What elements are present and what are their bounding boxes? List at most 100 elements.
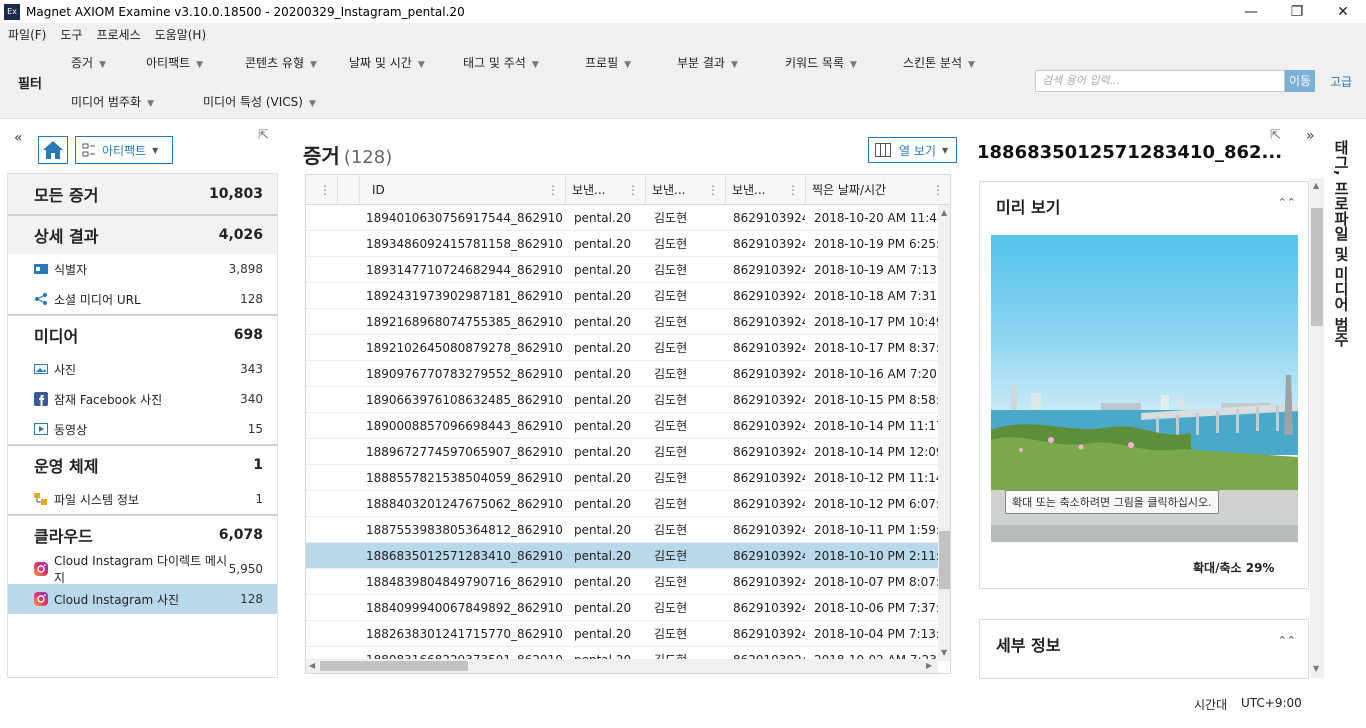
instagram-icon [34,592,48,606]
cell-sender-id: 8629103924 [733,419,805,433]
cell-id: 1882638301241715770_8629103924 [366,627,562,641]
column-tag[interactable] [338,175,360,205]
filter-date-time[interactable]: 날짜 및 시간 ▼ [349,54,425,71]
chevron-down-icon: ▼ [941,145,949,155]
filter-partial-results[interactable]: 부분 결과 ▼ [677,54,738,71]
filter-artifacts[interactable]: 아티팩트 ▼ [146,54,203,71]
tree-item-videos[interactable]: 동영상 15 [8,414,277,444]
filter-media-categorization[interactable]: 미디어 범주화 ▼ [71,93,154,110]
details-title: 세부 정보 [996,636,1061,655]
table-row[interactable]: 1892168968074755385_8629103924 pental.20 김… [306,309,938,335]
tree-item-identifiers[interactable]: 식별자 3,898 [8,254,277,284]
column-header-sender-display[interactable]: 보낸... ⋮ [646,175,726,205]
collapse-up-icon[interactable]: ⌃⌃ [1278,634,1296,647]
scroll-down-icon[interactable]: ▼ [941,648,947,657]
scrollbar-thumb[interactable] [1311,208,1323,326]
menu-tools[interactable]: 도구 [60,26,82,43]
filter-skin-tone[interactable]: 스킨톤 분석 ▼ [903,54,975,71]
table-row[interactable]: 1893147710724682944_8629103924 pental.20 김… [306,257,938,283]
column-options-icon[interactable]: ⋮ [547,175,559,205]
go-button[interactable]: 이동 [1285,70,1315,92]
close-button[interactable]: ✕ [1320,0,1366,23]
table-row[interactable]: 1888557821538504059_8629103924 pental.20 김… [306,465,938,491]
category-all-evidence[interactable]: 모든 증거 10,803 [8,174,277,214]
pin-icon[interactable]: ⇱ [258,128,269,143]
column-header-sender-id[interactable]: 보낸... ⋮ [726,175,806,205]
table-row[interactable]: 1884099940067849892_8629103924 pental.20 김… [306,595,938,621]
column-view-selector[interactable]: 열 보기 ▼ [868,137,957,163]
menu-file[interactable]: 파일(F) [8,26,46,43]
cell-sender-display: 김도현 [654,627,688,641]
filesystem-icon [34,493,47,505]
horizontal-scrollbar[interactable]: ◀ ▶ [306,659,938,673]
filter-content-type[interactable]: 콘텐츠 유형 ▼ [245,54,317,71]
column-options-icon[interactable]: ⋮ [627,175,639,205]
collapse-right-icon[interactable]: » [1306,128,1315,144]
column-options-icon[interactable]: ⋮ [932,175,944,205]
category-cloud[interactable]: 클라우드 6,078 [8,514,277,554]
column-menu[interactable]: ⋮ [306,175,338,205]
details-scrollbar[interactable]: ▲ ▼ [1310,178,1324,678]
timezone-value[interactable]: UTC+9:00 [1241,696,1302,710]
table-row[interactable]: 1892431973902987181_8629103924 pental.20 김… [306,283,938,309]
filter-vics[interactable]: 미디어 특성 (VICS) ▼ [203,93,316,110]
menu-help[interactable]: 도움말(H) [155,26,207,43]
collapse-up-icon[interactable]: ⌃⌃ [1278,196,1296,209]
column-header-label: 보낸... [572,183,606,197]
scroll-down-icon[interactable]: ▼ [1313,664,1319,673]
filter-keyword-lists[interactable]: 키워드 목록 ▼ [785,54,857,71]
column-options-icon[interactable]: ⋮ [707,175,719,205]
table-row[interactable]: 1884839804849790716_8629103924 pental.20 김… [306,569,938,595]
side-tab-tags-profiles[interactable]: 태그, 프로파일 및 미디어 범주 [1331,140,1363,370]
restore-button[interactable]: ❐ [1274,0,1320,23]
scrollbar-thumb[interactable] [939,531,950,589]
menu-process[interactable]: 프로세스 [96,26,140,43]
table-row[interactable]: 1890663976108632485_8629103924 pental.20 김… [306,387,938,413]
table-row[interactable]: 1882638301241715770_8629103924 pental.20 김… [306,621,938,647]
table-row[interactable]: 1889672774597065907_8629103924 pental.20 김… [306,439,938,465]
vertical-scrollbar[interactable]: ▲ ▼ [938,205,950,661]
filter-evidence[interactable]: 증거 ▼ [71,54,106,71]
column-options-icon[interactable]: ⋮ [787,175,799,205]
table-row[interactable]: 1892102645080879278_8629103924 pental.20 김… [306,335,938,361]
scroll-left-icon[interactable]: ◀ [309,661,315,670]
advanced-link[interactable]: 고급 [1330,73,1352,90]
cell-sender-name: pental.20 [574,497,632,511]
table-row[interactable]: 1890008857096698443_8629103924 pental.20 김… [306,413,938,439]
category-operating-system[interactable]: 운영 체제 1 [8,444,277,484]
tree-item-filesystem-info[interactable]: 파일 시스템 정보 1 [8,484,277,514]
tree-item-social-media-url[interactable]: 소셜 미디어 URL 128 [8,284,277,314]
column-header-id[interactable]: ID ⋮ [360,175,566,205]
home-button[interactable] [38,136,68,164]
table-row[interactable]: 1888403201247675062_8629103924 pental.20 김… [306,491,938,517]
scroll-up-icon[interactable]: ▲ [1313,181,1319,190]
collapse-left-icon[interactable]: « [14,130,23,146]
column-header-taken-datetime[interactable]: 찍은 날짜/시간 ⋮ [806,175,950,205]
scroll-up-icon[interactable]: ▲ [941,208,947,217]
scroll-right-icon[interactable]: ▶ [926,661,932,670]
view-selector[interactable]: 아티팩트 ▼ [75,136,173,164]
pin-icon[interactable]: ⇱ [1270,128,1281,143]
tree-item-facebook-pictures[interactable]: 잠재 Facebook 사진 340 [8,384,277,414]
table-row[interactable]: 1894010630756917544_8629103924 pental.20 김… [306,205,938,231]
category-media[interactable]: 미디어 698 [8,314,277,354]
category-refined-results[interactable]: 상세 결과 4,026 [8,214,277,254]
search-input[interactable]: 검색 용어 입력... [1035,70,1285,92]
timezone-label: 시간대 [1194,698,1228,712]
minimize-button[interactable]: — [1228,0,1274,23]
scrollbar-thumb[interactable] [320,661,468,671]
tree-item-instagram-photos[interactable]: Cloud Instagram 사진 128 [8,584,277,614]
table-row[interactable]: 1887553983805364812_8629103924 pental.20 김… [306,517,938,543]
filter-profile[interactable]: 프로필 ▼ [585,54,631,71]
preview-image[interactable]: 확대 또는 축소하려면 그림을 클릭하십시오. [991,235,1298,542]
cell-sender-name: pental.20 [574,315,632,329]
table-row[interactable]: 1890976770783279552_8629103924 pental.20 김… [306,361,938,387]
cell-sender-name: pental.20 [574,575,632,589]
filter-tags-comments[interactable]: 태그 및 주석 ▼ [463,54,539,71]
table-row[interactable]: 1893486092415781158_8629103924 pental.20 김… [306,231,938,257]
tree-item-pictures[interactable]: 사진 343 [8,354,277,384]
tree-item-count: 128 [240,592,263,606]
tree-item-instagram-dm[interactable]: Cloud Instagram 다이렉트 메시지 5,950 [8,554,277,585]
column-header-sender-name[interactable]: 보낸... ⋮ [566,175,646,205]
table-row[interactable]: 1886835012571283410_8629103924 pental.20 김… [306,543,938,569]
